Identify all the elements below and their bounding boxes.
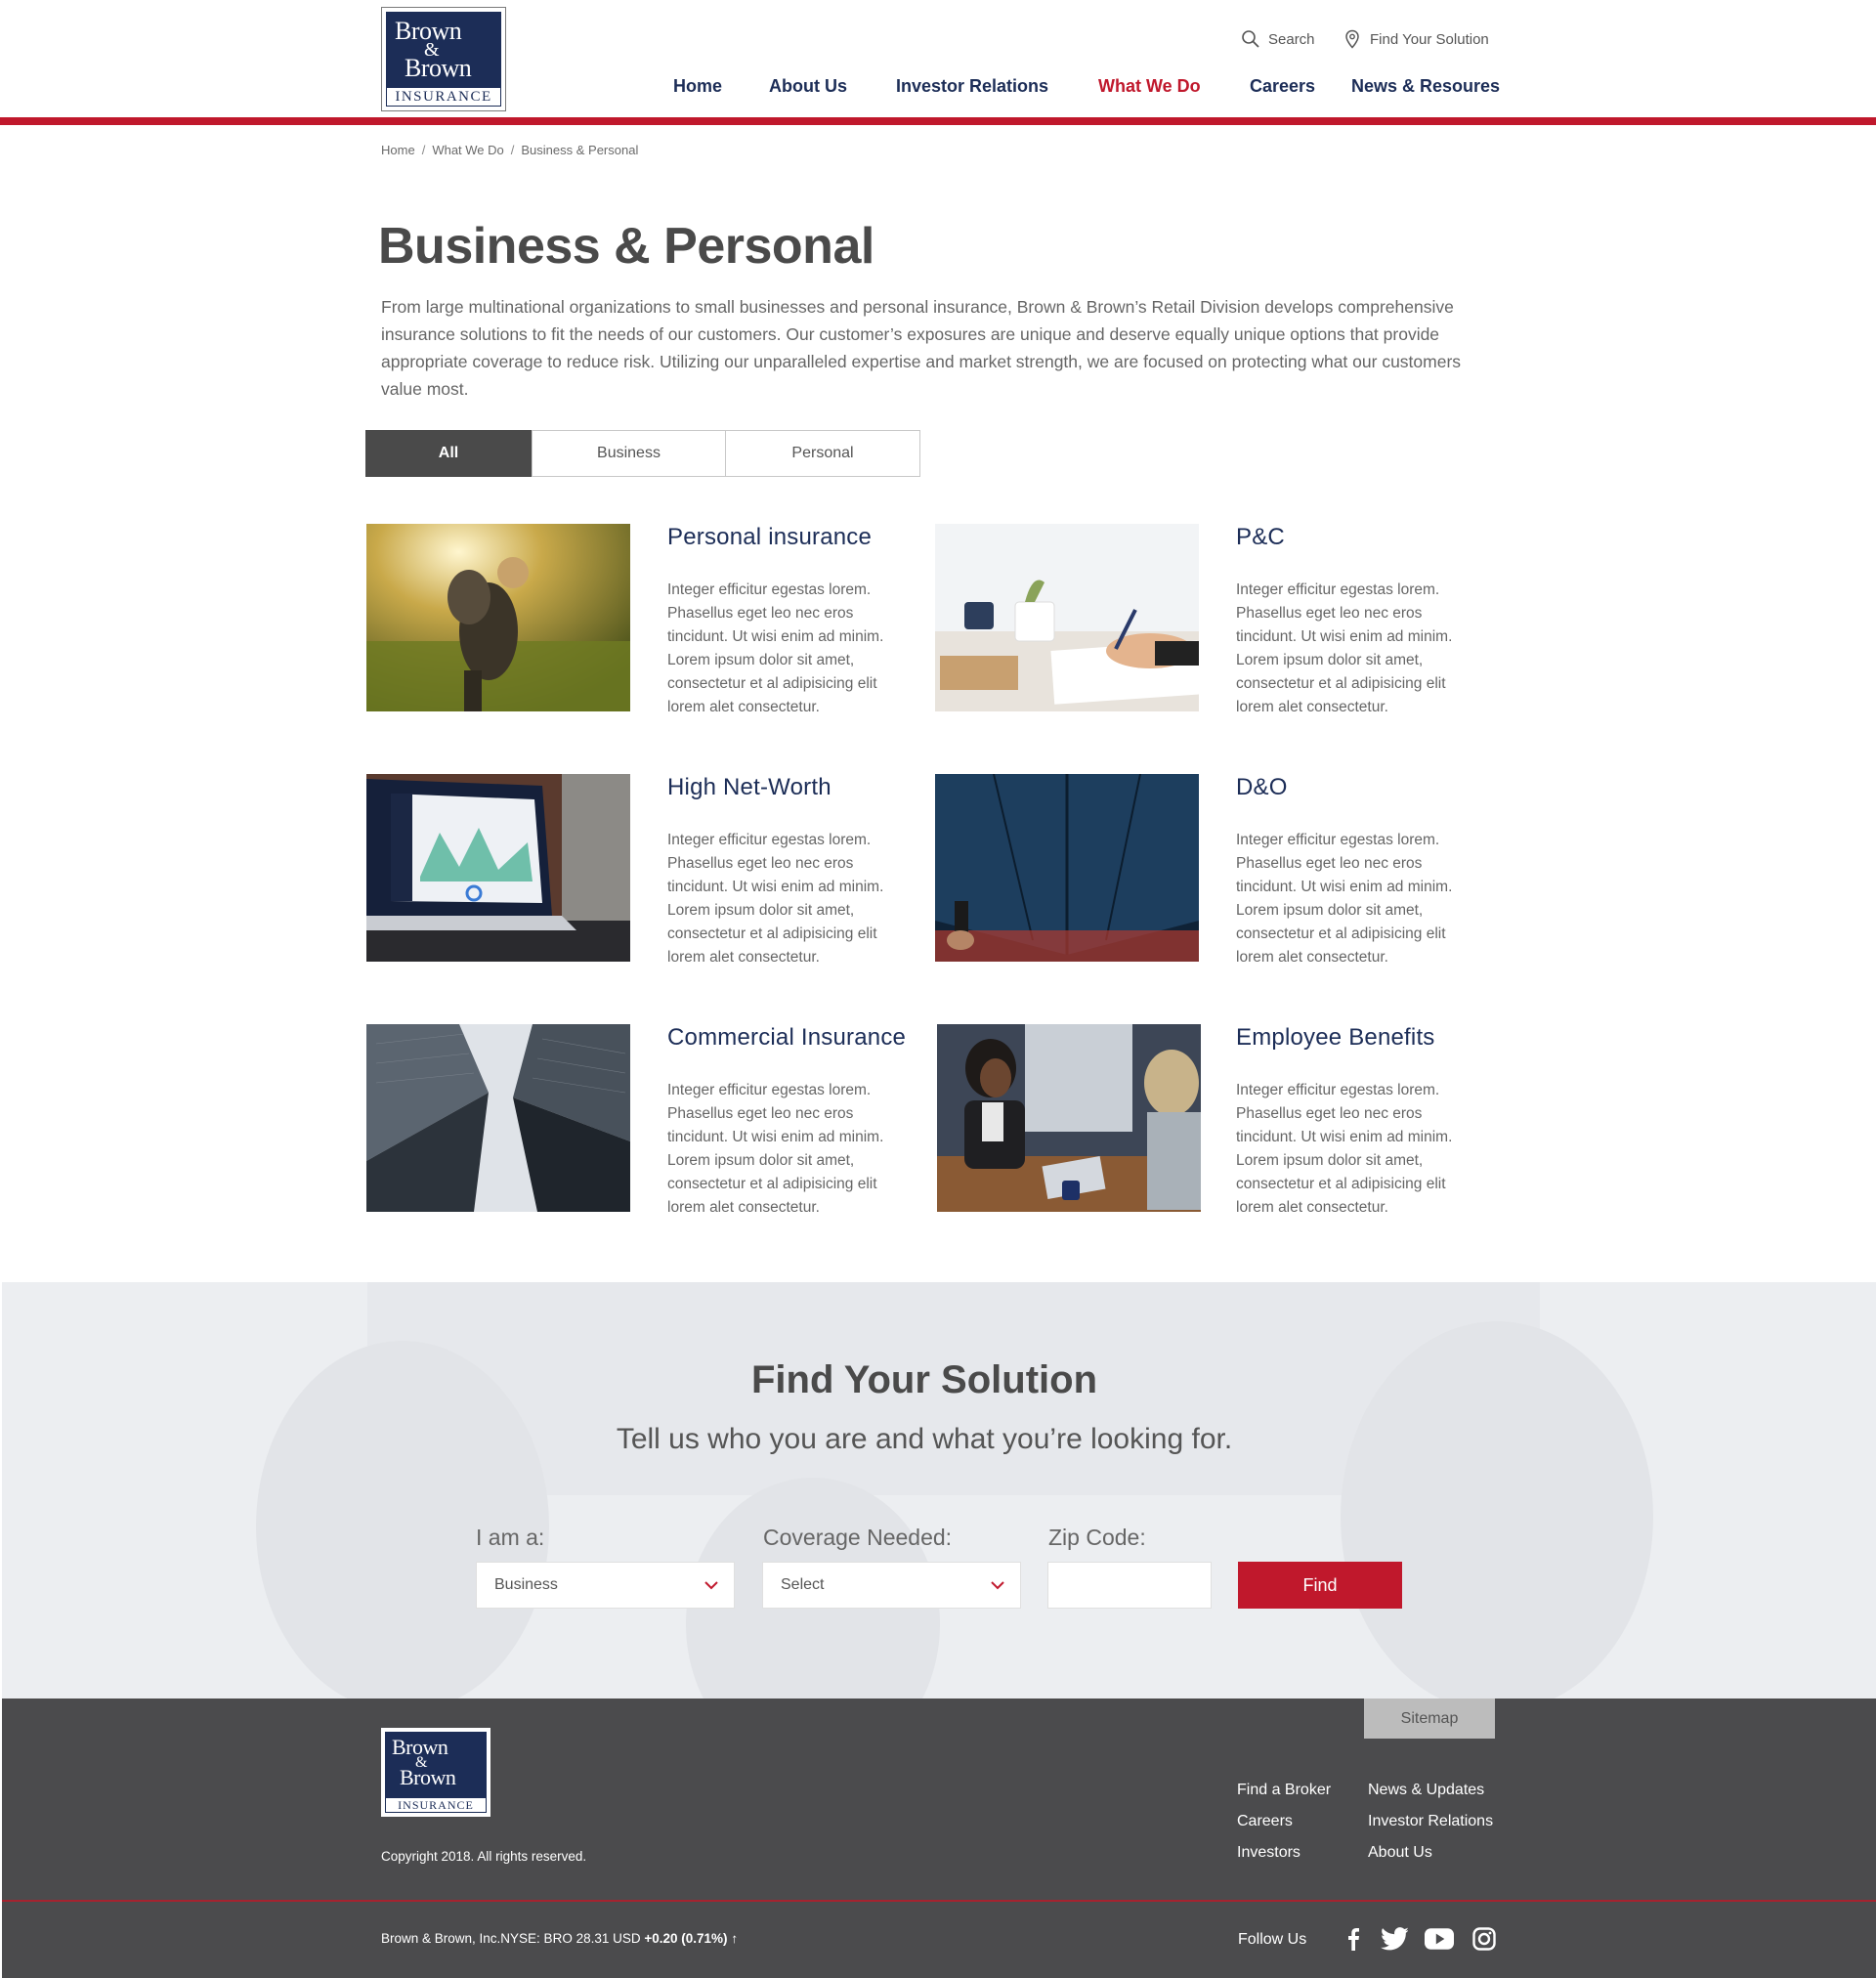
signing-document-photo bbox=[935, 524, 1199, 711]
copyright-text: Copyright 2018. All rights reserved. bbox=[381, 1849, 587, 1864]
nav-home[interactable]: Home bbox=[673, 76, 722, 97]
card-title[interactable]: D&O bbox=[1236, 774, 1288, 801]
find-solution-link[interactable]: Find Your Solution bbox=[1343, 29, 1489, 49]
card-description: Integer efficitur egestas lorem. Phasell… bbox=[1236, 1082, 1453, 1216]
sitemap-button[interactable]: Sitemap bbox=[1364, 1698, 1495, 1739]
card-d-and-o[interactable]: D&O Integer efficitur egestas lorem. Pha… bbox=[935, 774, 1492, 969]
footer-link-about-us[interactable]: About Us bbox=[1368, 1837, 1493, 1869]
breadcrumb-separator: / bbox=[421, 143, 426, 157]
card-commercial-insurance[interactable]: Commercial Insurance Integer efficitur e… bbox=[366, 1024, 923, 1220]
skyscrapers-photo bbox=[366, 1024, 630, 1212]
find-button[interactable]: Find bbox=[1238, 1562, 1402, 1609]
card-description: Integer efficitur egestas lorem. Phasell… bbox=[667, 1082, 884, 1216]
laptop-dashboard-photo bbox=[366, 774, 630, 962]
card-employee-benefits[interactable]: Employee Benefits Integer efficitur eges… bbox=[935, 1024, 1492, 1220]
breadcrumb-separator: / bbox=[510, 143, 515, 157]
logo-word-1: Brown bbox=[392, 1735, 448, 1759]
card-title[interactable]: Commercial Insurance bbox=[667, 1024, 906, 1052]
card-image bbox=[366, 774, 630, 962]
logo-word-1: Brown bbox=[395, 17, 462, 45]
nav-investor-relations[interactable]: Investor Relations bbox=[896, 76, 1048, 97]
search-label: Search bbox=[1268, 30, 1315, 48]
card-title[interactable]: High Net-Worth bbox=[667, 774, 831, 801]
site-footer: Sitemap Brown & Brown INSURANCE Copyrigh… bbox=[2, 1698, 1876, 1978]
stock-prefix: Brown & Brown, Inc.NYSE: BRO 28.31 USD bbox=[381, 1931, 641, 1946]
footer-divider bbox=[2, 1900, 1876, 1902]
zip-code-input[interactable] bbox=[1047, 1562, 1212, 1609]
footer-links-col-2: News & Updates Investor Relations About … bbox=[1368, 1775, 1493, 1869]
page-intro: From large multinational organizations t… bbox=[381, 297, 1462, 399]
youtube-icon[interactable] bbox=[1425, 1925, 1454, 1953]
find-solution-title: Find Your Solution bbox=[750, 1358, 1098, 1401]
i-am-select[interactable]: Business bbox=[476, 1562, 735, 1609]
i-am-label: I am a: bbox=[476, 1525, 545, 1550]
i-am-value: Business bbox=[494, 1576, 558, 1593]
footer-link-find-broker[interactable]: Find a Broker bbox=[1237, 1775, 1331, 1806]
nav-about-us[interactable]: About Us bbox=[769, 76, 847, 97]
card-high-net-worth[interactable]: High Net-Worth Integer efficitur egestas… bbox=[366, 774, 923, 969]
card-description: Integer efficitur egestas lorem. Phasell… bbox=[1236, 581, 1453, 715]
twitter-icon[interactable] bbox=[1380, 1925, 1409, 1953]
family-photo bbox=[366, 524, 630, 711]
umbrella-photo bbox=[935, 774, 1199, 962]
filter-tabs: All Business Personal bbox=[365, 430, 920, 477]
find-solution-section: Find Your Solution Tell us who you are a… bbox=[2, 1282, 1876, 1698]
follow-us-label: Follow Us bbox=[1238, 1931, 1307, 1948]
office-meeting-photo bbox=[937, 1024, 1201, 1212]
find-solution-label: Find Your Solution bbox=[1370, 30, 1489, 48]
card-image bbox=[937, 1024, 1201, 1212]
footer-link-investor-relations[interactable]: Investor Relations bbox=[1368, 1806, 1493, 1837]
breadcrumb-what-we-do[interactable]: What We Do bbox=[432, 143, 503, 157]
brand-logo[interactable]: Brown & Brown INSURANCE bbox=[381, 7, 506, 111]
card-title[interactable]: Employee Benefits bbox=[1236, 1024, 1435, 1052]
tab-all[interactable]: All bbox=[365, 430, 532, 477]
footer-link-news-updates[interactable]: News & Updates bbox=[1368, 1775, 1493, 1806]
breadcrumb-current: Business & Personal bbox=[521, 143, 639, 157]
nav-careers[interactable]: Careers bbox=[1250, 76, 1315, 97]
header-accent-bar bbox=[0, 117, 1876, 125]
breadcrumb-home[interactable]: Home bbox=[381, 143, 415, 157]
zip-label: Zip Code: bbox=[1048, 1525, 1146, 1550]
stock-ticker: Brown & Brown, Inc.NYSE: BRO 28.31 USD +… bbox=[381, 1931, 738, 1946]
card-title[interactable]: Personal insurance bbox=[667, 524, 872, 551]
chevron-down-icon bbox=[704, 1580, 718, 1589]
nav-news-resources[interactable]: News & Resoures bbox=[1351, 76, 1500, 97]
logo-word-2: Brown bbox=[405, 54, 472, 82]
facebook-icon[interactable] bbox=[1339, 1925, 1368, 1953]
site-header: Brown & Brown INSURANCE Search Find Your… bbox=[0, 0, 1876, 125]
coverage-label: Coverage Needed: bbox=[763, 1525, 953, 1550]
card-image bbox=[935, 524, 1199, 711]
find-solution-subtitle: Tell us who you are and what you’re look… bbox=[616, 1423, 1233, 1455]
tab-personal[interactable]: Personal bbox=[725, 430, 920, 477]
logo-word-2: Brown bbox=[400, 1765, 456, 1789]
footer-links-col-1: Find a Broker Careers Investors bbox=[1237, 1775, 1331, 1869]
card-pc[interactable]: P&C Integer efficitur egestas lorem. Pha… bbox=[935, 524, 1492, 719]
card-image bbox=[366, 1024, 630, 1212]
card-image bbox=[366, 524, 630, 711]
nav-what-we-do[interactable]: What We Do bbox=[1098, 76, 1201, 97]
breadcrumb: Home / What We Do / Business & Personal bbox=[381, 143, 638, 157]
search-icon bbox=[1242, 30, 1259, 48]
stock-change: +0.20 (0.71%) bbox=[644, 1931, 728, 1946]
footer-logo[interactable]: Brown & Brown INSURANCE bbox=[381, 1728, 490, 1817]
chevron-down-icon bbox=[991, 1580, 1004, 1589]
card-description: Integer efficitur egestas lorem. Phasell… bbox=[667, 832, 884, 966]
card-image bbox=[935, 774, 1199, 962]
arrow-up-icon: ↑ bbox=[731, 1931, 739, 1946]
location-pin-icon bbox=[1345, 29, 1359, 49]
logo-subtitle: INSURANCE bbox=[386, 1798, 486, 1812]
logo-subtitle: INSURANCE bbox=[387, 88, 500, 106]
footer-link-investors[interactable]: Investors bbox=[1237, 1837, 1331, 1869]
coverage-value: Select bbox=[781, 1576, 825, 1593]
search-link[interactable]: Search bbox=[1241, 29, 1315, 49]
page-title: Business & Personal bbox=[378, 218, 874, 275]
coverage-select[interactable]: Select bbox=[762, 1562, 1021, 1609]
tab-business[interactable]: Business bbox=[532, 430, 726, 477]
card-description: Integer efficitur egestas lorem. Phasell… bbox=[1236, 832, 1453, 966]
card-description: Integer efficitur egestas lorem. Phasell… bbox=[667, 581, 884, 715]
footer-link-careers[interactable]: Careers bbox=[1237, 1806, 1331, 1837]
card-personal-insurance[interactable]: Personal insurance Integer efficitur ege… bbox=[366, 524, 923, 719]
card-title[interactable]: P&C bbox=[1236, 524, 1285, 551]
instagram-icon[interactable] bbox=[1470, 1925, 1499, 1953]
